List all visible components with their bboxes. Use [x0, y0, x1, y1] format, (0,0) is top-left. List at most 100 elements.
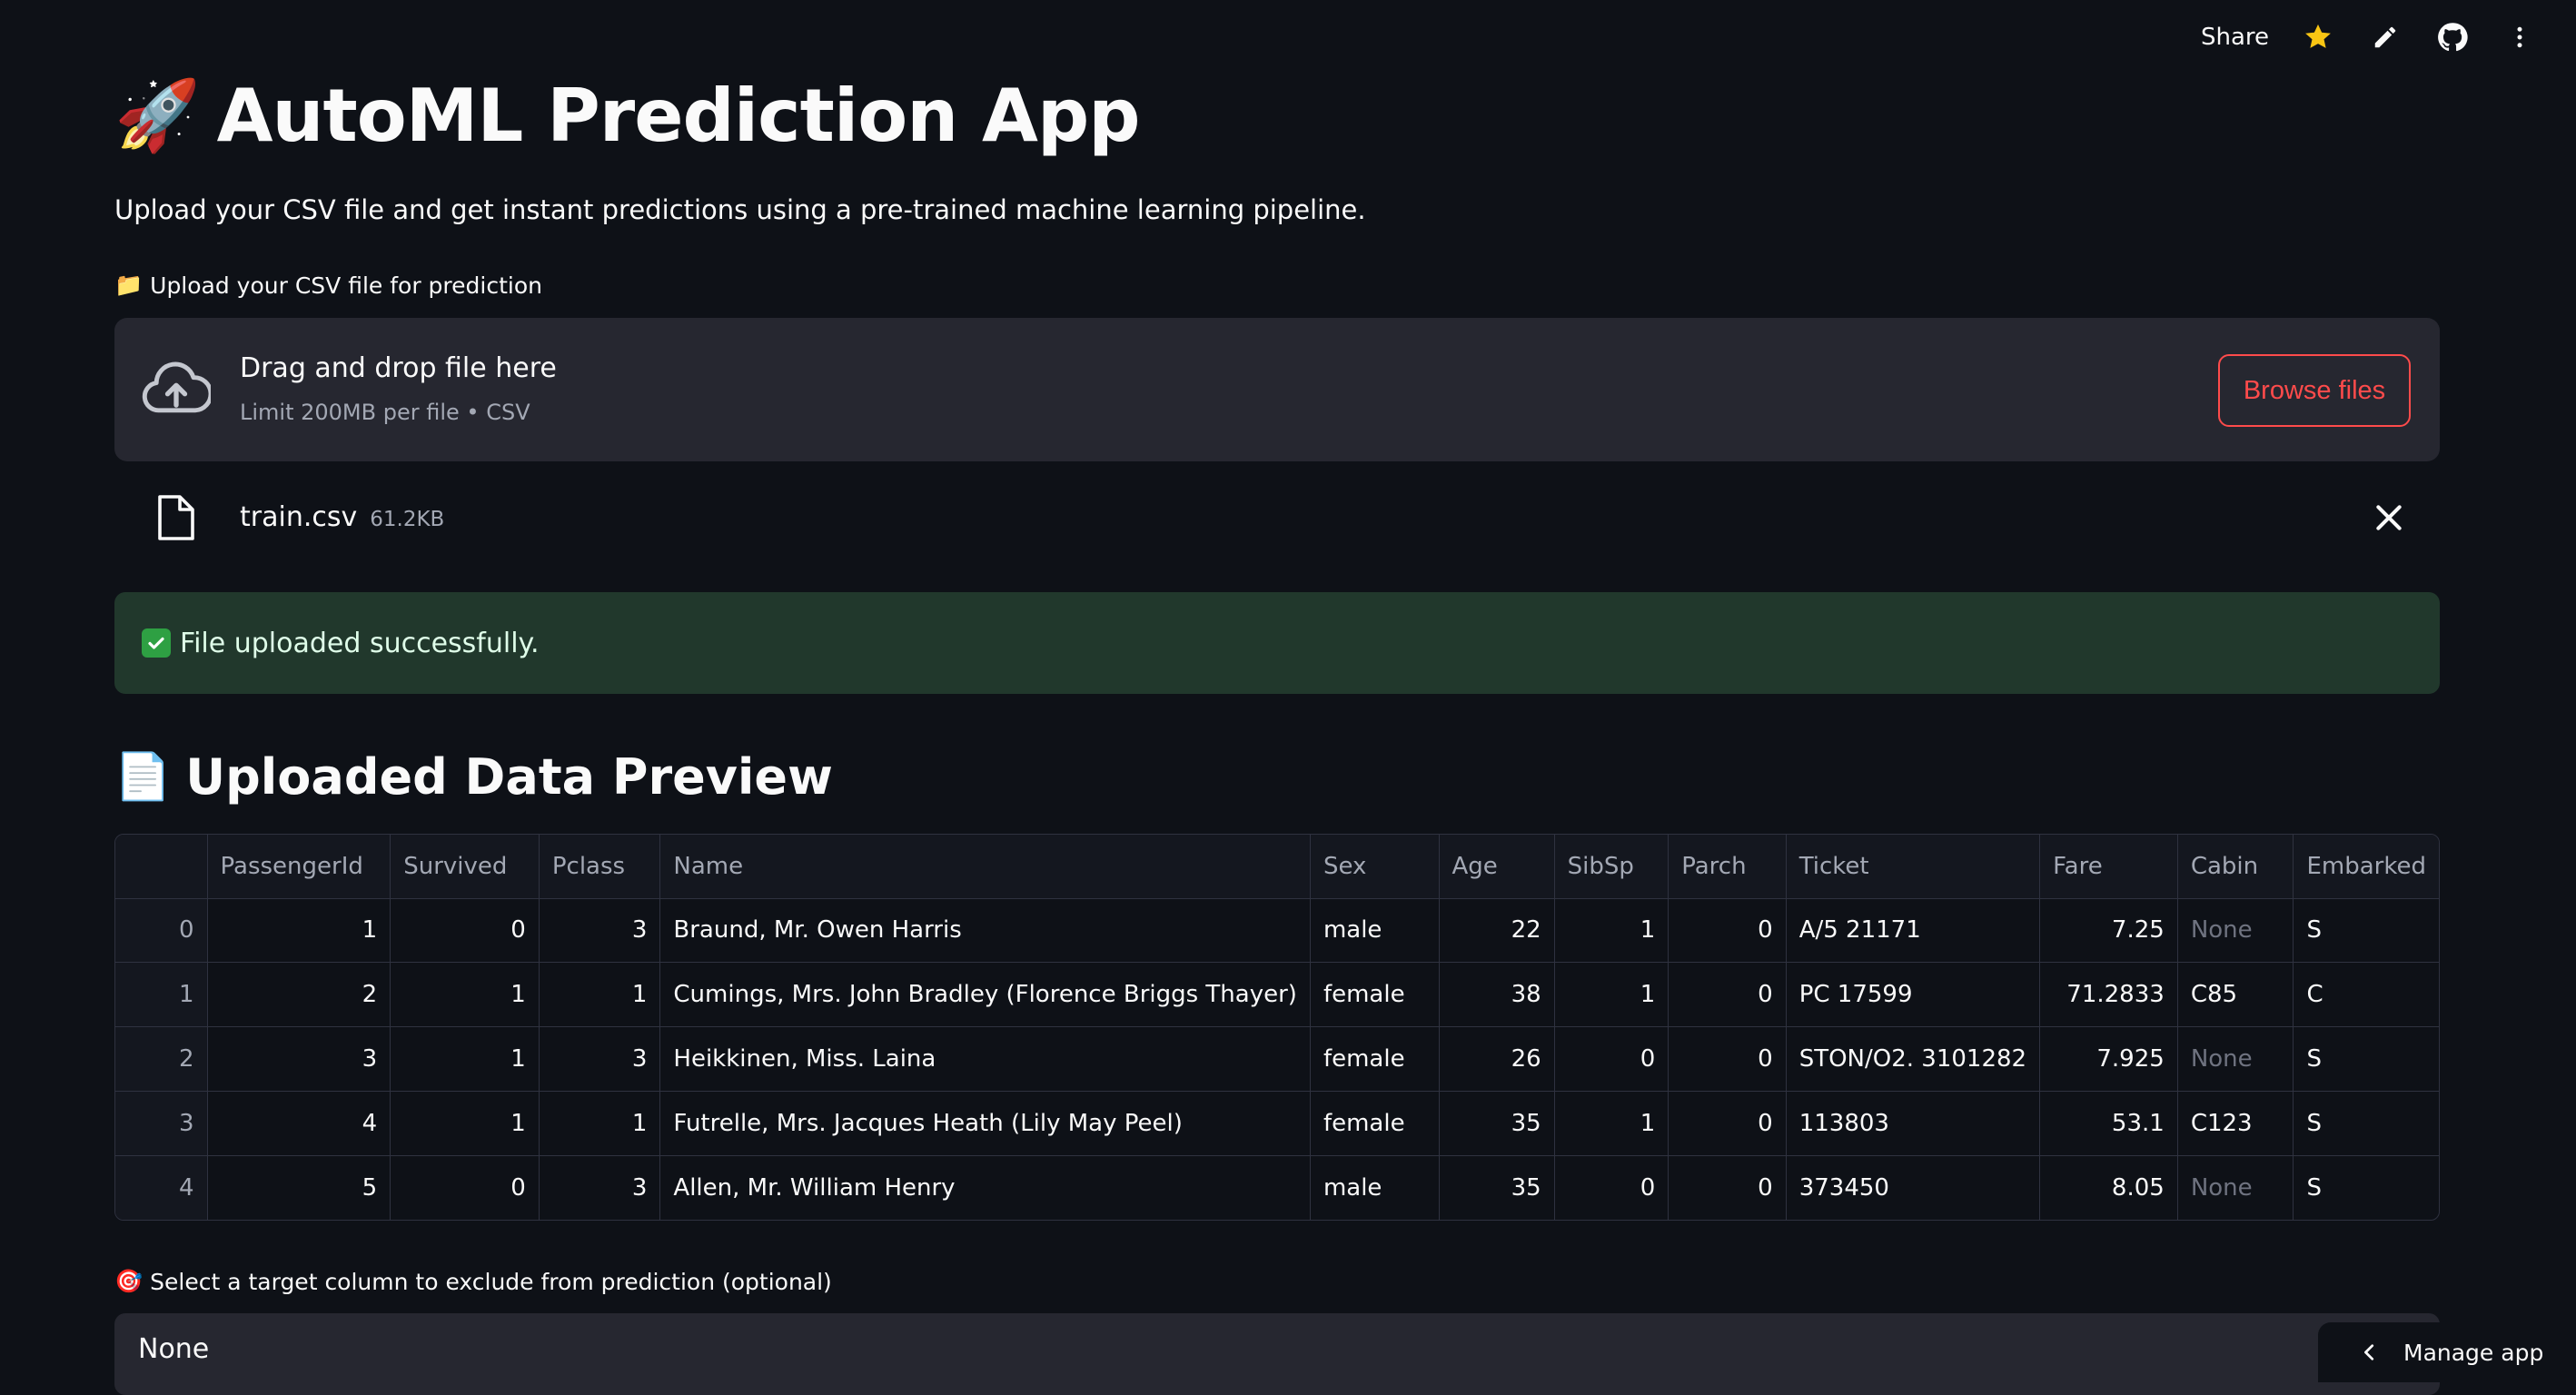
target-icon: 🎯: [114, 1268, 143, 1295]
table-cell[interactable]: S: [2294, 898, 2439, 963]
table-cell[interactable]: 0: [1554, 1155, 1669, 1220]
github-icon[interactable]: [2434, 19, 2471, 55]
table-cell[interactable]: 0: [1669, 1155, 1786, 1220]
table-cell[interactable]: 0: [1669, 963, 1786, 1027]
table-cell[interactable]: 3: [539, 898, 660, 963]
column-header[interactable]: Cabin: [2177, 835, 2294, 898]
table-cell[interactable]: 373450: [1786, 1155, 2039, 1220]
column-header[interactable]: Embarked: [2294, 835, 2439, 898]
file-size: 61.2KB: [370, 508, 444, 531]
table-cell[interactable]: 1: [1554, 963, 1669, 1027]
table-row: 1 2 1 1 Cumings, Mrs. John Bradley (Flor…: [115, 963, 2439, 1027]
table-cell[interactable]: 4: [207, 1091, 391, 1155]
table-cell[interactable]: Cumings, Mrs. John Bradley (Florence Bri…: [660, 963, 1311, 1027]
table-cell[interactable]: 38: [1439, 963, 1554, 1027]
table-cell[interactable]: None: [2177, 1027, 2294, 1092]
row-index: 2: [115, 1027, 207, 1092]
table-cell[interactable]: 26: [1439, 1027, 1554, 1092]
column-header[interactable]: PassengerId: [207, 835, 391, 898]
table-cell[interactable]: 53.1: [2040, 1091, 2178, 1155]
table-cell[interactable]: 3: [539, 1155, 660, 1220]
column-header[interactable]: Age: [1439, 835, 1554, 898]
table-cell[interactable]: 1: [391, 1091, 540, 1155]
table-cell[interactable]: S: [2294, 1091, 2439, 1155]
column-header[interactable]: Name: [660, 835, 1311, 898]
column-header[interactable]: Sex: [1310, 835, 1439, 898]
table-cell[interactable]: 35: [1439, 1155, 1554, 1220]
table-cell[interactable]: STON/O2. 3101282: [1786, 1027, 2039, 1092]
table-cell[interactable]: 0: [1669, 1027, 1786, 1092]
table-cell[interactable]: None: [2177, 898, 2294, 963]
column-header[interactable]: [115, 835, 207, 898]
table-row: 0 1 0 3 Braund, Mr. Owen Harris male 22 …: [115, 898, 2439, 963]
table-cell[interactable]: Allen, Mr. William Henry: [660, 1155, 1311, 1220]
document-icon: 📄: [114, 750, 171, 804]
data-preview-table[interactable]: PassengerId Survived Pclass Name Sex Age…: [114, 834, 2440, 1221]
table-cell[interactable]: 1: [391, 963, 540, 1027]
table-cell[interactable]: 1: [1554, 1091, 1669, 1155]
table-cell[interactable]: 7.925: [2040, 1027, 2178, 1092]
more-vertical-icon[interactable]: [2502, 19, 2538, 55]
manage-app-button[interactable]: Manage app: [2318, 1322, 2576, 1382]
table-cell[interactable]: male: [1310, 898, 1439, 963]
target-column-select[interactable]: None: [114, 1313, 2440, 1395]
table-cell[interactable]: 1: [539, 963, 660, 1027]
column-header[interactable]: Fare: [2040, 835, 2178, 898]
column-header[interactable]: Parch: [1669, 835, 1786, 898]
table-cell[interactable]: PC 17599: [1786, 963, 2039, 1027]
edit-icon[interactable]: [2367, 19, 2403, 55]
table-cell[interactable]: 3: [539, 1027, 660, 1092]
row-index: 3: [115, 1091, 207, 1155]
table-cell[interactable]: C85: [2177, 963, 2294, 1027]
page-title-text: AutoML Prediction App: [217, 74, 1140, 158]
browse-files-button[interactable]: Browse files: [2218, 354, 2411, 427]
table-cell[interactable]: 113803: [1786, 1091, 2039, 1155]
row-index: 1: [115, 963, 207, 1027]
success-message: File uploaded successfully.: [180, 628, 540, 659]
table-cell[interactable]: None: [2177, 1155, 2294, 1220]
column-header[interactable]: Pclass: [539, 835, 660, 898]
target-select-value: None: [138, 1333, 209, 1365]
rocket-icon: 🚀: [114, 81, 201, 150]
folder-icon: 📁: [114, 272, 143, 299]
close-icon[interactable]: [2371, 500, 2407, 536]
column-header[interactable]: Ticket: [1786, 835, 2039, 898]
table-cell[interactable]: 0: [391, 898, 540, 963]
table-cell[interactable]: 1: [539, 1091, 660, 1155]
table-cell[interactable]: 7.25: [2040, 898, 2178, 963]
table-cell[interactable]: 22: [1439, 898, 1554, 963]
table-cell[interactable]: 8.05: [2040, 1155, 2178, 1220]
table-cell[interactable]: 0: [1554, 1027, 1669, 1092]
table-cell[interactable]: Braund, Mr. Owen Harris: [660, 898, 1311, 963]
table-cell[interactable]: Heikkinen, Miss. Laina: [660, 1027, 1311, 1092]
table-cell[interactable]: A/5 21171: [1786, 898, 2039, 963]
table-cell[interactable]: female: [1310, 1091, 1439, 1155]
table-cell[interactable]: 2: [207, 963, 391, 1027]
table-cell[interactable]: C123: [2177, 1091, 2294, 1155]
column-header[interactable]: Survived: [391, 835, 540, 898]
file-dropzone[interactable]: Drag and drop file here Limit 200MB per …: [114, 318, 2440, 461]
target-select-label: 🎯 Select a target column to exclude from…: [114, 1268, 832, 1295]
table-cell[interactable]: 1: [391, 1027, 540, 1092]
table-cell[interactable]: male: [1310, 1155, 1439, 1220]
table-cell[interactable]: 71.2833: [2040, 963, 2178, 1027]
table-cell[interactable]: 0: [391, 1155, 540, 1220]
table-cell[interactable]: Futrelle, Mrs. Jacques Heath (Lily May P…: [660, 1091, 1311, 1155]
table-cell[interactable]: 1: [207, 898, 391, 963]
table-cell[interactable]: S: [2294, 1027, 2439, 1092]
table-cell[interactable]: S: [2294, 1155, 2439, 1220]
table-cell[interactable]: 0: [1669, 1091, 1786, 1155]
table-cell[interactable]: female: [1310, 1027, 1439, 1092]
share-button[interactable]: Share: [2201, 24, 2269, 51]
table-cell[interactable]: 1: [1554, 898, 1669, 963]
table-cell[interactable]: 0: [1669, 898, 1786, 963]
star-icon[interactable]: [2300, 19, 2336, 55]
table-cell[interactable]: 35: [1439, 1091, 1554, 1155]
table-cell[interactable]: female: [1310, 963, 1439, 1027]
cloud-upload-icon: [142, 358, 211, 421]
table-cell[interactable]: C: [2294, 963, 2439, 1027]
table-cell[interactable]: 5: [207, 1155, 391, 1220]
table-cell[interactable]: 3: [207, 1027, 391, 1092]
table-row: 3 4 1 1 Futrelle, Mrs. Jacques Heath (Li…: [115, 1091, 2439, 1155]
column-header[interactable]: SibSp: [1554, 835, 1669, 898]
